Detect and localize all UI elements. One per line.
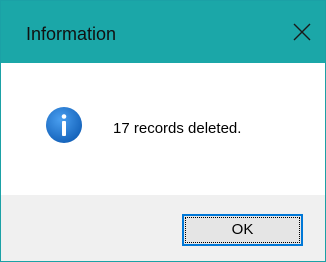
dialog-footer: OK — [1, 195, 325, 261]
window-title: Information — [26, 24, 117, 44]
info-icon — [46, 107, 82, 143]
message-text: 17 records deleted. — [113, 120, 242, 137]
ok-button[interactable]: OK — [182, 214, 303, 246]
close-button[interactable] — [279, 1, 325, 63]
information-dialog: Information 17 records deleted. OK — [0, 0, 326, 262]
close-icon — [293, 23, 311, 41]
dialog-content: 17 records deleted. — [1, 63, 325, 195]
ok-button-label: OK — [231, 221, 254, 238]
title-bar[interactable]: Information — [1, 1, 325, 63]
